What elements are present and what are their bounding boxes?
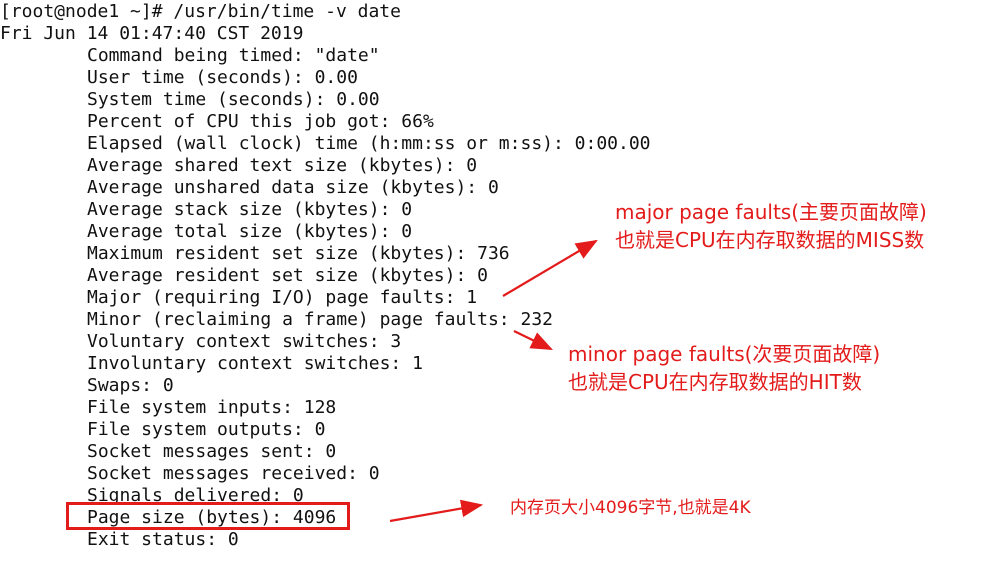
annotation-arrows (389, 239, 598, 523)
minor-page-fault-arrow (513, 330, 553, 350)
minor-page-faults-annotation-title: minor page faults(次要页面故障) (568, 342, 881, 366)
minor-page-faults-annotation-description: 也就是CPU在内存取数据的HIT数 (568, 370, 862, 394)
page-size-annotation: 内存页大小4096字节,也就是4K (510, 498, 751, 518)
major-page-faults-annotation-title: major page faults(主要页面故障) (615, 200, 927, 224)
major-page-fault-arrow (502, 239, 598, 297)
page-size-arrow (389, 499, 484, 523)
major-page-faults-annotation-description: 也就是CPU在内存取数据的MISS数 (615, 228, 925, 252)
